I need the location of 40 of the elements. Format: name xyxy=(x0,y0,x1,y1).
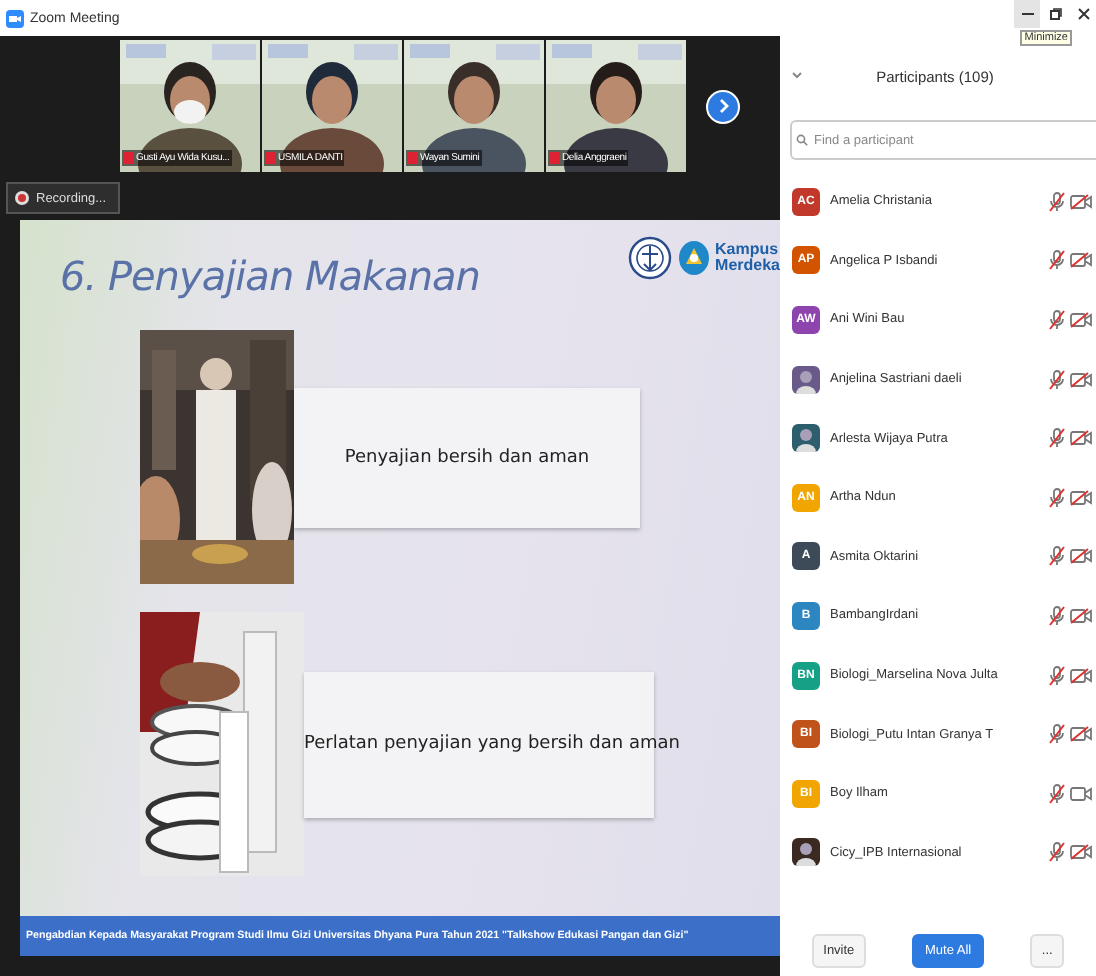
minimize-button[interactable] xyxy=(1014,0,1040,28)
seal-icon xyxy=(627,236,672,280)
muted-mic-icon xyxy=(1048,546,1066,567)
app-logo-icon xyxy=(6,9,24,27)
muted-mic-icon xyxy=(1048,724,1066,745)
close-icon xyxy=(1077,8,1089,20)
camera-off-icon xyxy=(1070,489,1092,506)
camera-off-icon xyxy=(1070,607,1092,624)
muted-mic-icon xyxy=(1048,783,1066,804)
next-page-button[interactable] xyxy=(706,89,740,123)
camera-off-icon xyxy=(1070,726,1092,743)
camera-off-icon xyxy=(1070,371,1092,388)
camera-off-icon xyxy=(1070,252,1092,269)
muted-mic-icon xyxy=(1048,487,1066,508)
camera-off-icon xyxy=(1070,311,1092,328)
camera-off-icon xyxy=(1070,193,1092,210)
muted-mic-icon xyxy=(1048,309,1066,330)
ministry-logo-icon xyxy=(677,240,710,276)
muted-mic-icon xyxy=(1048,369,1066,390)
minimize-icon xyxy=(1021,12,1033,16)
slide-text: Perlatan penyajian yang bersih dan aman xyxy=(304,734,680,754)
camera-off-icon xyxy=(1070,430,1092,447)
muted-mic-icon xyxy=(1048,665,1066,686)
camera-off-icon xyxy=(1070,844,1092,861)
camera-icon xyxy=(1070,785,1092,802)
slide-text: Penyajian bersih dan aman xyxy=(344,447,590,467)
camera-off-icon xyxy=(1070,667,1092,684)
slide-title: 6. Penyajian Makanan xyxy=(60,251,480,299)
muted-mic-icon xyxy=(1048,842,1066,863)
muted-mic-icon xyxy=(1048,191,1066,212)
chevron-down-icon[interactable] xyxy=(792,72,802,80)
restore-icon xyxy=(1049,8,1061,20)
muted-mic-icon xyxy=(1048,428,1066,449)
muted-mic-icon xyxy=(1048,250,1066,271)
chevron-right-icon xyxy=(717,98,729,114)
muted-mic-icon xyxy=(1048,605,1066,626)
logo-text: Kampus Merdeka xyxy=(715,242,780,274)
search-icon xyxy=(796,134,808,146)
record-icon xyxy=(14,190,30,206)
camera-off-icon xyxy=(1070,548,1092,565)
